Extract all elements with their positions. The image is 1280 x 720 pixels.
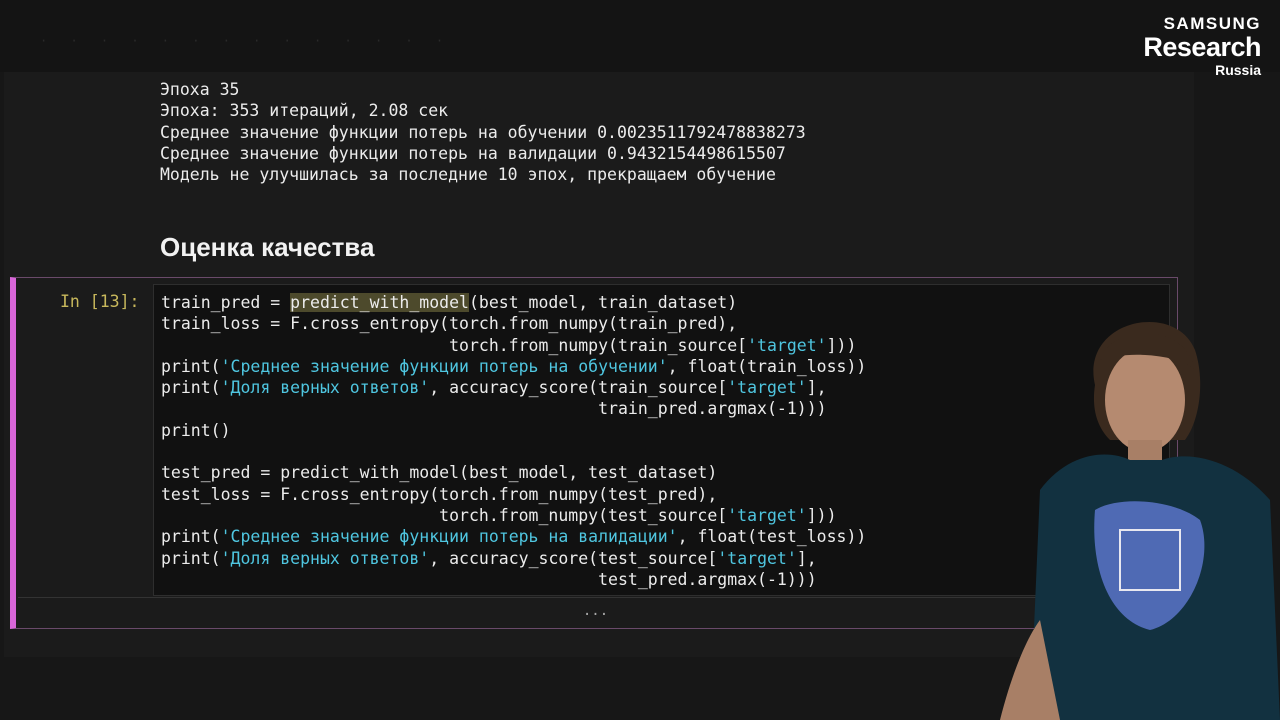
code-line: test_pred = predict_with_model(best_mode… <box>161 463 718 483</box>
code-line: train_loss = F.cross_entropy(torch.from_… <box>161 314 738 334</box>
code-line: torch.from_numpy(test_source['target'])) <box>161 505 837 525</box>
output-line: Эпоха 35 <box>160 80 240 99</box>
presenter-silhouette <box>1000 321 1280 720</box>
logo-line-samsung: SAMSUNG <box>1163 14 1261 33</box>
code-line: train_pred = predict_with_model(best_mod… <box>161 293 738 312</box>
cell-prompt: In [13]: <box>60 292 140 311</box>
logo-line-research: Research <box>1143 32 1261 62</box>
logo-line-russia: Russia <box>1215 62 1261 78</box>
code-line: print('Доля верных ответов', accuracy_sc… <box>161 378 827 398</box>
code-line: print('Среднее значение функции потерь н… <box>161 527 867 547</box>
video-top-band: · · · · · · · · · · · · · · <box>0 0 1280 72</box>
training-output: Эпоха 35 Эпоха: 353 итераций, 2.08 сек Сре… <box>160 79 806 185</box>
faded-toolbar: · · · · · · · · · · · · · · <box>40 34 452 48</box>
code-line: torch.from_numpy(train_source['target'])… <box>161 335 857 355</box>
samsung-research-logo: SAMSUNG Research Russia <box>1143 14 1261 78</box>
code-line: test_pred.argmax(-1))) <box>161 569 817 589</box>
output-line: Среднее значение функции потерь на валид… <box>160 143 786 163</box>
output-line: Эпоха: 353 итераций, 2.08 сек <box>160 101 449 121</box>
output-line: Среднее значение функции потерь на обуче… <box>160 122 806 142</box>
highlighted-function: predict_with_model <box>290 293 469 312</box>
output-line: Модель не улучшилась за последние 10 эпо… <box>160 165 776 185</box>
code-text[interactable]: train_pred = predict_with_model(best_mod… <box>161 292 866 590</box>
code-line: print('Среднее значение функции потерь н… <box>161 356 867 376</box>
code-line: print() <box>161 420 231 440</box>
code-line: test_loss = F.cross_entropy(torch.from_n… <box>161 484 718 504</box>
code-line: train_pred.argmax(-1))) <box>161 399 827 419</box>
code-line: print('Доля верных ответов', accuracy_sc… <box>161 548 817 568</box>
section-heading: Оценка качества <box>160 232 375 262</box>
